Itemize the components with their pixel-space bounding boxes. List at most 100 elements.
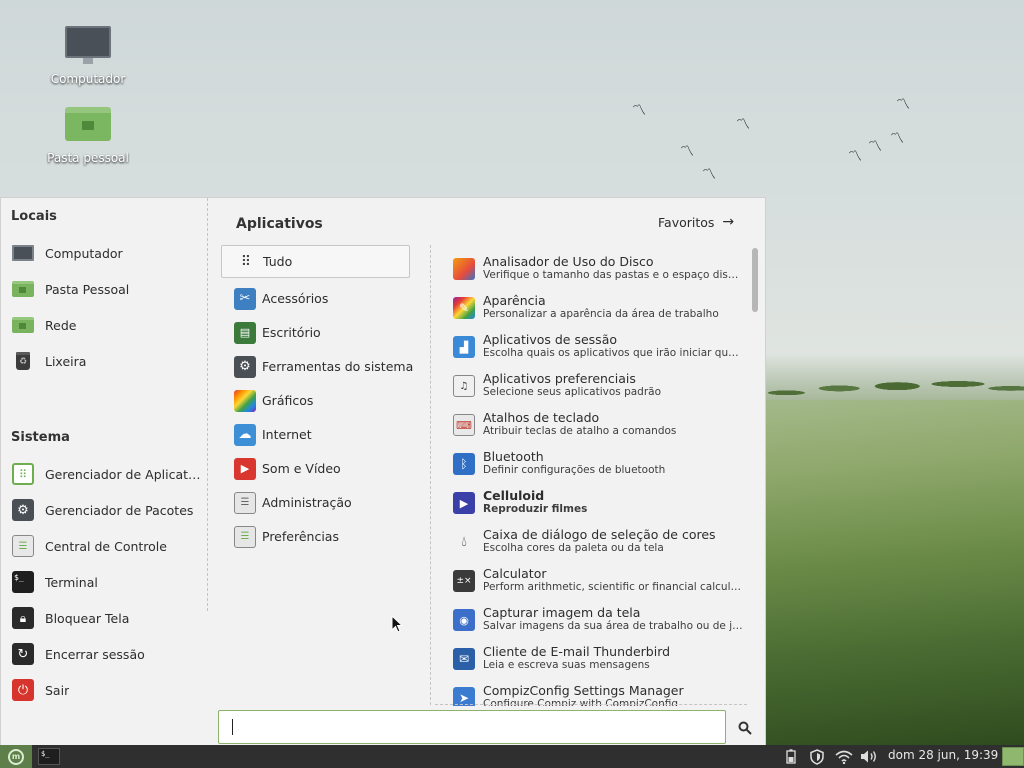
play-icon: ▶: [234, 457, 256, 480]
app-description: Verifique o tamanho das pastas e o espaç…: [483, 269, 745, 281]
desktop-icon-computer[interactable]: Computador: [38, 26, 138, 86]
computer-icon: [65, 26, 111, 64]
category-accessories[interactable]: ✂ Acessórios: [221, 282, 410, 315]
wifi-icon[interactable]: [832, 748, 856, 765]
system-label: Bloquear Tela: [45, 610, 130, 626]
app-disk-usage[interactable]: Analisador de Uso do Disco Verifique o ta…: [453, 254, 745, 293]
app-list-scrollbar[interactable]: [751, 246, 759, 706]
category-internet[interactable]: ☁ Internet: [221, 418, 410, 451]
app-compizconfig[interactable]: ➤ CompizConfig Settings Manager Configure…: [453, 683, 745, 706]
category-system-tools[interactable]: ⚙ Ferramentas do sistema: [221, 350, 413, 383]
menu-left-column: Locais Computador Pasta Pessoal Rede ♻ L…: [1, 198, 208, 746]
graphics-icon: [234, 389, 256, 412]
search-box[interactable]: [218, 710, 726, 744]
system-label: Central de Controle: [45, 538, 167, 554]
shield-icon[interactable]: [806, 748, 828, 765]
category-graphics[interactable]: Gráficos: [221, 384, 410, 417]
place-computer[interactable]: Computador: [11, 238, 201, 268]
scissors-icon: ✂: [234, 287, 256, 310]
volume-icon[interactable]: [858, 748, 880, 765]
desktop-icon-label: Pasta pessoal: [47, 151, 129, 165]
category-label: Som e Vídeo: [262, 461, 341, 476]
app-name: Calculator: [483, 566, 547, 581]
category-administration[interactable]: ☰ Administração: [221, 486, 410, 519]
desktop-icon-label: Computador: [50, 72, 126, 86]
app-bluetooth[interactable]: ᛒ Bluetooth Definir configurações de blue…: [453, 449, 745, 488]
desktop-icon-home[interactable]: Pasta pessoal: [38, 107, 138, 165]
system-label: Encerrar sessão: [45, 646, 145, 662]
clock[interactable]: dom 28 jun, 19:39: [888, 748, 998, 762]
preferences-icon: ☰: [234, 525, 256, 548]
system-lock-screen[interactable]: 🔒︎ Bloquear Tela: [11, 603, 201, 633]
place-home[interactable]: Pasta Pessoal: [11, 274, 201, 304]
computer-icon: [11, 241, 35, 265]
category-office[interactable]: ▤ Escritório: [221, 316, 410, 349]
scrollbar-thumb[interactable]: [752, 248, 758, 312]
category-label: Preferências: [262, 529, 339, 544]
application-list: Analisador de Uso do Disco Verifique o ta…: [453, 254, 745, 706]
app-calculator[interactable]: ±× Calculator Perform arithmetic, scienti…: [453, 566, 745, 605]
search-input[interactable]: [219, 711, 725, 743]
category-label: Internet: [262, 427, 312, 442]
mouse-pointer-icon: [391, 615, 403, 633]
places-title: Locais: [11, 209, 57, 224]
app-thunderbird[interactable]: ✉ Cliente de E-mail Thunderbird Leia e es…: [453, 644, 745, 683]
show-desktop-button[interactable]: [1002, 747, 1024, 766]
screenshot-icon: ◉: [453, 609, 475, 631]
calculator-icon: ±×: [453, 570, 475, 592]
preferred-apps-icon: ♫: [453, 375, 475, 397]
bluetooth-icon: ᛒ: [453, 453, 475, 475]
keyboard-icon: ⌨: [453, 414, 475, 436]
category-all[interactable]: ⠿ Tudo: [221, 245, 410, 278]
app-screenshot[interactable]: ◉ Capturar imagem da tela Salvar imagens …: [453, 605, 745, 644]
mint-logo-icon: m: [8, 748, 24, 765]
app-name: Capturar imagem da tela: [483, 605, 641, 620]
system-terminal[interactable]: $_ Terminal: [11, 567, 201, 597]
app-name: Atalhos de teclado: [483, 410, 600, 425]
app-description: Personalizar a aparência da área de trab…: [483, 308, 719, 320]
bird-icon: 〽: [632, 103, 646, 119]
search-button[interactable]: [735, 718, 755, 738]
taskbar-terminal-launcher[interactable]: $_: [38, 748, 60, 765]
app-preferred-apps[interactable]: ♫ Aplicativos preferenciais Selecione seu…: [453, 371, 745, 410]
office-icon: ▤: [234, 321, 256, 344]
system-quit[interactable]: ⏻ Sair: [11, 675, 201, 705]
place-network[interactable]: Rede: [11, 310, 201, 340]
app-name: Aplicativos preferenciais: [483, 371, 636, 386]
logout-icon: ↻: [11, 642, 35, 666]
place-label: Lixeira: [45, 353, 87, 369]
celluloid-icon: ▶: [453, 492, 475, 514]
menu-divider: [430, 245, 431, 705]
app-name: Cliente de E-mail Thunderbird: [483, 644, 671, 659]
wallpaper-field: [766, 400, 1024, 746]
system-logout[interactable]: ↻ Encerrar sessão: [11, 639, 201, 669]
app-description: Escolha quais os aplicativos que irão in…: [483, 347, 745, 359]
system-title: Sistema: [11, 430, 70, 445]
app-description: Escolha cores da paleta ou da tela: [483, 542, 664, 554]
system-software-manager[interactable]: ⠿ Gerenciador de Aplicativos: [11, 459, 201, 489]
system-control-center[interactable]: ☰ Central de Controle: [11, 531, 201, 561]
menu-button[interactable]: m: [0, 745, 32, 768]
category-preferences[interactable]: ☰ Preferências: [221, 520, 410, 553]
disk-usage-icon: [453, 258, 475, 280]
system-label: Sair: [45, 682, 70, 698]
app-name: CompizConfig Settings Manager: [483, 683, 684, 698]
place-trash[interactable]: ♻ Lixeira: [11, 346, 201, 376]
app-description: Leia e escreva suas mensagens: [483, 659, 650, 671]
applications-title: Aplicativos: [236, 216, 323, 232]
system-label: Terminal: [45, 574, 98, 590]
category-sound-video[interactable]: ▶ Som e Vídeo: [221, 452, 410, 485]
favorites-button[interactable]: Favoritos →: [658, 214, 734, 230]
app-celluloid[interactable]: ▶ Celluloid Reproduzir filmes: [453, 488, 745, 527]
app-color-picker[interactable]: 💧︎ Caixa de diálogo de seleção de cores E…: [453, 527, 745, 566]
app-appearance[interactable]: ✎ Aparência Personalizar a aparência da á…: [453, 293, 745, 332]
battery-icon[interactable]: [782, 748, 800, 765]
grid-icon: ⠿: [240, 253, 252, 270]
app-session-apps[interactable]: ▟ Aplicativos de sessão Escolha quais os …: [453, 332, 745, 371]
system-package-manager[interactable]: ⚙ Gerenciador de Pacotes: [11, 495, 201, 525]
color-picker-icon: 💧︎: [461, 534, 467, 550]
bird-icon: 〽: [736, 117, 750, 133]
control-center-icon: ☰: [11, 534, 35, 558]
app-keyboard-shortcuts[interactable]: ⌨ Atalhos de teclado Atribuir teclas de a…: [453, 410, 745, 449]
taskbar: m $_ dom 28 jun, 19:39: [0, 745, 1024, 768]
